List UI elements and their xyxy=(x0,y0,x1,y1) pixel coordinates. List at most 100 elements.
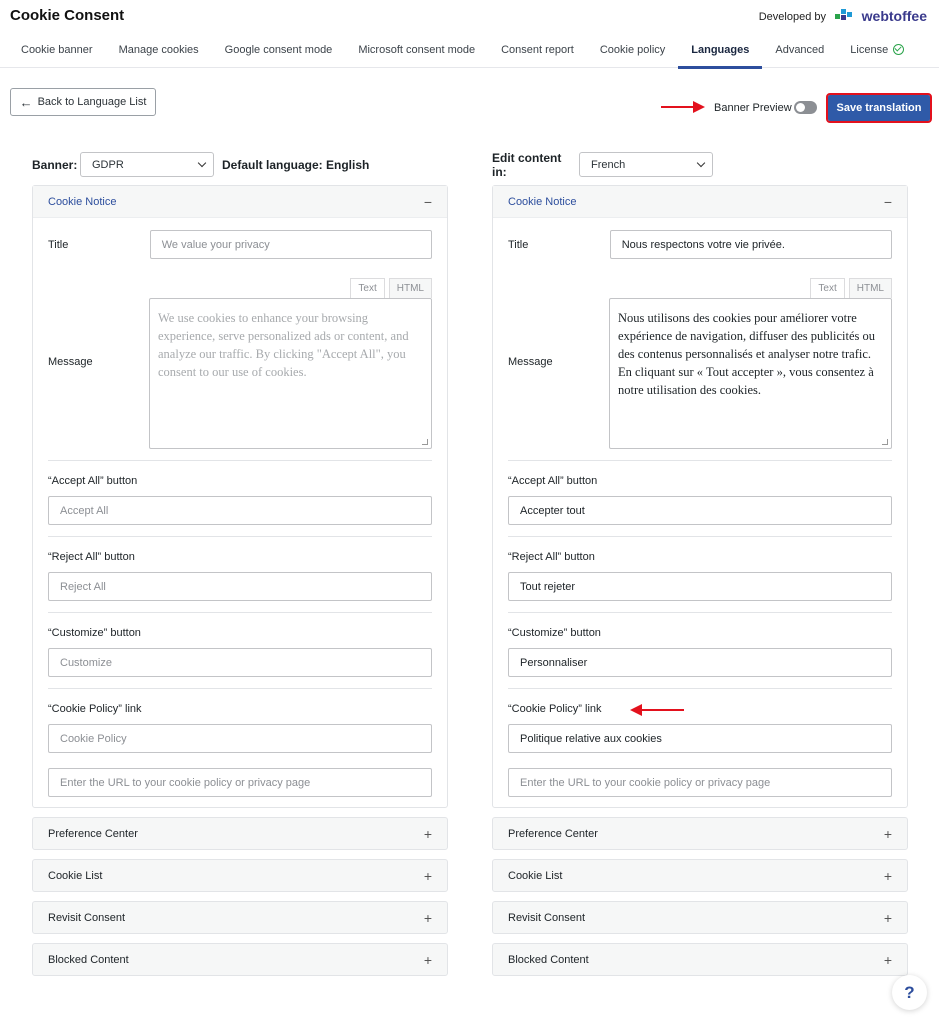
title-input[interactable]: We value your privacy xyxy=(149,230,432,259)
preference-center-accordion[interactable]: Preference Center + xyxy=(32,817,448,850)
message-textarea[interactable]: Nous utilisons des cookies pour améliore… xyxy=(609,298,892,449)
tab-cookie-banner[interactable]: Cookie banner xyxy=(8,34,106,68)
collapse-icon: − xyxy=(423,193,432,210)
accordion-label: Blocked Content xyxy=(48,953,129,966)
tab-license-label: License xyxy=(850,44,889,56)
cookie-policy-label: “Cookie Policy” link xyxy=(48,703,142,715)
blocked-content-accordion[interactable]: Blocked Content + xyxy=(492,943,908,976)
plus-icon: + xyxy=(423,867,432,884)
title-input[interactable]: Nous respectons votre vie privée. xyxy=(609,230,892,259)
customize-input[interactable]: Personnaliser xyxy=(508,648,892,677)
message-placeholder: We use cookies to enhance your browsing … xyxy=(158,311,409,379)
accordion-label: Preference Center xyxy=(508,827,598,840)
accordion-label: Cookie List xyxy=(48,869,103,882)
plus-icon: + xyxy=(883,951,892,968)
edit-content-label: Edit content in: xyxy=(492,150,562,179)
tab-manage-cookies[interactable]: Manage cookies xyxy=(106,34,212,68)
brand-name: webtoffee xyxy=(861,8,927,24)
reject-all-label: “Reject All” button xyxy=(508,551,595,563)
help-button[interactable]: ? xyxy=(892,975,927,1010)
tab-license[interactable]: License xyxy=(837,34,917,68)
language-select[interactable]: French xyxy=(579,152,713,177)
save-translation-button[interactable]: Save translation xyxy=(826,93,932,123)
cookie-notice-header[interactable]: Cookie Notice − xyxy=(493,186,907,218)
banner-label: Banner: xyxy=(32,157,78,172)
tab-cookie-policy[interactable]: Cookie policy xyxy=(587,34,678,68)
html-tab[interactable]: HTML xyxy=(388,278,432,298)
cookie-notice-header[interactable]: Cookie Notice − xyxy=(33,186,447,218)
cookie-policy-url-input[interactable]: Enter the URL to your cookie policy or p… xyxy=(48,768,432,797)
accordion-label: Preference Center xyxy=(48,827,138,840)
customize-label: “Customize” button xyxy=(48,627,141,639)
cookie-list-accordion[interactable]: Cookie List + xyxy=(492,859,908,892)
tab-microsoft-consent-mode[interactable]: Microsoft consent mode xyxy=(345,34,488,68)
reject-all-input[interactable]: Tout rejeter xyxy=(508,572,892,601)
cookie-notice-section: Cookie Notice − Title Nous respectons vo… xyxy=(492,185,908,808)
cookie-notice-section: Cookie Notice − Title We value your priv… xyxy=(32,185,448,808)
check-circle-icon xyxy=(893,44,905,55)
blocked-content-accordion[interactable]: Blocked Content + xyxy=(32,943,448,976)
tab-google-consent-mode[interactable]: Google consent mode xyxy=(212,34,346,68)
tab-advanced[interactable]: Advanced xyxy=(762,34,837,68)
accordion-label: Revisit Consent xyxy=(508,911,586,924)
webtoffee-logo-icon xyxy=(834,9,857,23)
text-tab[interactable]: Text xyxy=(810,278,845,298)
accept-all-input[interactable]: Accept All xyxy=(48,496,432,525)
revisit-consent-accordion[interactable]: Revisit Consent + xyxy=(492,901,908,934)
section-title: Cookie Notice xyxy=(48,195,117,208)
accordion-label: Blocked Content xyxy=(508,953,589,966)
resize-handle-icon[interactable] xyxy=(882,439,888,445)
back-to-language-list-button[interactable]: ← Back to Language List xyxy=(10,88,156,116)
title-label: Title xyxy=(508,238,529,251)
app-title: Cookie Consent xyxy=(10,7,125,24)
accordion-label: Cookie List xyxy=(508,869,563,882)
cookie-list-accordion[interactable]: Cookie List + xyxy=(32,859,448,892)
cookie-policy-input[interactable]: Cookie Policy xyxy=(48,724,432,753)
reject-all-input[interactable]: Reject All xyxy=(48,572,432,601)
tab-languages[interactable]: Languages xyxy=(678,34,763,69)
back-button-label: Back to Language List xyxy=(37,96,147,108)
accept-all-input[interactable]: Accepter tout xyxy=(508,496,892,525)
section-title: Cookie Notice xyxy=(508,195,577,208)
plus-icon: + xyxy=(883,909,892,926)
default-language-label: Default language: English xyxy=(222,157,370,172)
plus-icon: + xyxy=(423,909,432,926)
accept-all-label: “Accept All” button xyxy=(508,475,598,487)
revisit-consent-accordion[interactable]: Revisit Consent + xyxy=(32,901,448,934)
annotation-arrow-left xyxy=(630,704,684,716)
webtoffee-logo: webtoffee xyxy=(834,8,927,24)
collapse-icon: − xyxy=(883,193,892,210)
customize-label: “Customize” button xyxy=(508,627,601,639)
tab-consent-report[interactable]: Consent report xyxy=(488,34,587,68)
chevron-down-icon xyxy=(197,158,207,168)
plus-icon: + xyxy=(883,825,892,842)
resize-handle-icon[interactable] xyxy=(422,439,428,445)
message-label: Message xyxy=(48,356,93,368)
developed-by-label: Developed by xyxy=(758,11,826,23)
message-textarea[interactable]: We use cookies to enhance your browsing … xyxy=(149,298,432,449)
html-tab[interactable]: HTML xyxy=(848,278,892,298)
language-select-value: French xyxy=(591,158,626,171)
banner-select-value: GDPR xyxy=(92,158,124,171)
customize-input[interactable]: Customize xyxy=(48,648,432,677)
preference-center-accordion[interactable]: Preference Center + xyxy=(492,817,908,850)
cookie-policy-input[interactable]: Politique relative aux cookies xyxy=(508,724,892,753)
cookie-policy-url-input[interactable]: Enter the URL to your cookie policy or p… xyxy=(508,768,892,797)
banner-preview-toggle[interactable] xyxy=(794,101,817,114)
main-tabs: Cookie banner Manage cookies Google cons… xyxy=(0,34,939,69)
plus-icon: + xyxy=(883,867,892,884)
chevron-down-icon xyxy=(696,158,706,168)
annotation-arrow-right xyxy=(661,101,705,113)
banner-select[interactable]: GDPR xyxy=(80,152,214,177)
banner-preview-label: Banner Preview xyxy=(714,102,792,114)
cookie-policy-label: “Cookie Policy” link xyxy=(508,703,892,716)
text-tab[interactable]: Text xyxy=(350,278,385,298)
cookie-policy-label-text: “Cookie Policy” link xyxy=(508,703,602,715)
message-value: Nous utilisons des cookies pour améliore… xyxy=(618,311,875,397)
title-label: Title xyxy=(48,238,69,251)
plus-icon: + xyxy=(423,825,432,842)
default-language-column: Banner: GDPR Default language: English C… xyxy=(32,152,448,976)
message-label: Message xyxy=(508,356,553,368)
arrow-left-icon: ← xyxy=(19,94,33,110)
accept-all-label: “Accept All” button xyxy=(48,475,138,487)
